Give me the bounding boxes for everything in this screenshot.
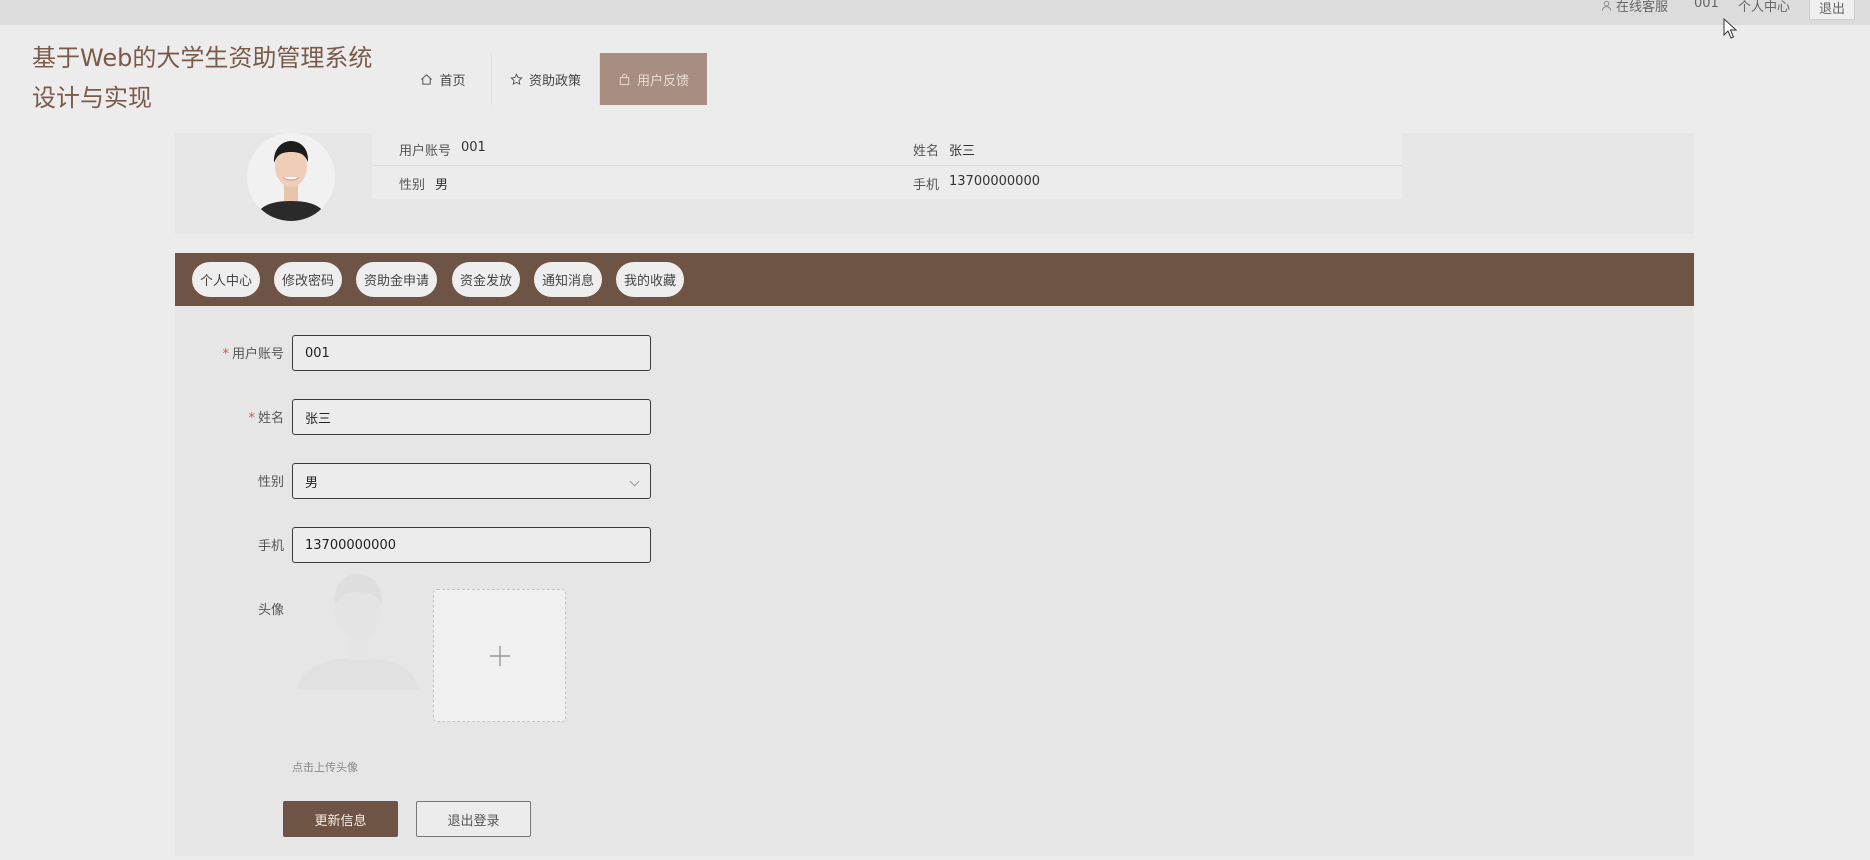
personal-center-link[interactable]: 个人中心 [1738, 0, 1790, 15]
home-icon [421, 73, 433, 85]
cursor-arrow-icon [1723, 17, 1738, 39]
logout-link[interactable]: 退出 [1809, 0, 1855, 20]
main-nav: 首页 资助政策 用户反馈 [395, 53, 707, 105]
tab-aid-application[interactable]: 资助金申请 [356, 262, 437, 297]
account-field-label: * 用户账号 [174, 343, 284, 362]
name-label-text: 姓名 [257, 411, 284, 426]
name-input[interactable] [292, 399, 651, 435]
current-user-id: 001 [1694, 0, 1719, 11]
profile-name: 姓名 张三 [913, 140, 975, 159]
site-title: 基于Web的大学生资助管理系统设计与实现 [32, 44, 373, 112]
avatar [247, 133, 335, 221]
profile-info-grid: 用户账号 001 姓名 张三 性别 男 手机 13700000000 [372, 133, 1402, 199]
online-service-link[interactable]: 在线客服 [1601, 0, 1668, 15]
nav-item-policy[interactable]: 资助政策 [492, 53, 600, 105]
mouse-cursor [1723, 17, 1738, 43]
avatar-preview [297, 566, 419, 690]
gender-select[interactable]: 男 [292, 463, 651, 499]
person-icon [1601, 0, 1612, 11]
account-input[interactable] [292, 335, 651, 371]
tab-favorites[interactable]: 我的收藏 [616, 262, 684, 297]
phone-input[interactable] [292, 527, 651, 563]
tab-change-password[interactable]: 修改密码 [274, 262, 342, 297]
user-center-tabs: 个人中心 修改密码 资助金申请 资金发放 通知消息 我的收藏 [175, 253, 1694, 306]
avatar-field-label: 头像 [257, 603, 284, 618]
online-service-label: 在线客服 [1616, 0, 1669, 15]
avatar-upload-button[interactable] [433, 589, 566, 722]
tab-notifications[interactable]: 通知消息 [534, 262, 602, 297]
nav-item-label: 首页 [439, 73, 466, 89]
name-field-label: * 姓名 [174, 407, 284, 426]
profile-account: 用户账号 001 [399, 140, 486, 159]
required-marker: * [222, 347, 229, 362]
profile-phone-value: 13700000000 [949, 174, 1040, 189]
upload-hint: 点击上传头像 [292, 761, 358, 774]
chevron-down-icon [629, 476, 640, 487]
profile-name-value: 张三 [949, 143, 976, 159]
profile-phone: 手机 13700000000 [913, 174, 1040, 193]
nav-item-label: 资助政策 [528, 73, 581, 89]
nav-item-label: 用户反馈 [636, 73, 689, 89]
star-icon [510, 72, 523, 85]
required-marker: * [248, 411, 255, 426]
profile-account-label: 用户账号 [399, 143, 452, 159]
profile-phone-label: 手机 [913, 178, 940, 193]
tab-personal-center[interactable]: 个人中心 [192, 262, 260, 297]
profile-name-label: 姓名 [913, 143, 940, 159]
profile-row: 性别 男 手机 13700000000 [372, 167, 1402, 200]
profile-row: 用户账号 001 姓名 张三 [372, 133, 1402, 166]
update-info-button[interactable]: 更新信息 [283, 801, 398, 837]
nav-item-feedback[interactable]: 用户反馈 [600, 53, 707, 105]
tab-fund-distribution[interactable]: 资金发放 [452, 262, 520, 297]
user-portrait-icon [247, 133, 335, 221]
profile-account-value: 001 [461, 139, 486, 155]
logout-button[interactable]: 退出登录 [416, 801, 531, 837]
profile-summary: 用户账号 001 姓名 张三 性别 男 手机 13700000000 [175, 133, 1694, 234]
gender-selected-value: 男 [305, 475, 319, 491]
profile-gender: 性别 男 [399, 174, 448, 193]
top-utility-bar: 在线客服 001 个人中心 退出 [0, 0, 1870, 25]
nav-item-home[interactable]: 首页 [395, 53, 492, 105]
avatar-placeholder-icon [297, 574, 419, 690]
gender-field-label: 性别 [257, 475, 284, 490]
profile-gender-value: 男 [435, 178, 449, 193]
plus-icon [489, 645, 510, 666]
bag-icon [619, 73, 630, 85]
profile-gender-label: 性别 [399, 178, 426, 193]
phone-field-label: 手机 [257, 539, 284, 554]
account-label-text: 用户账号 [231, 347, 284, 362]
